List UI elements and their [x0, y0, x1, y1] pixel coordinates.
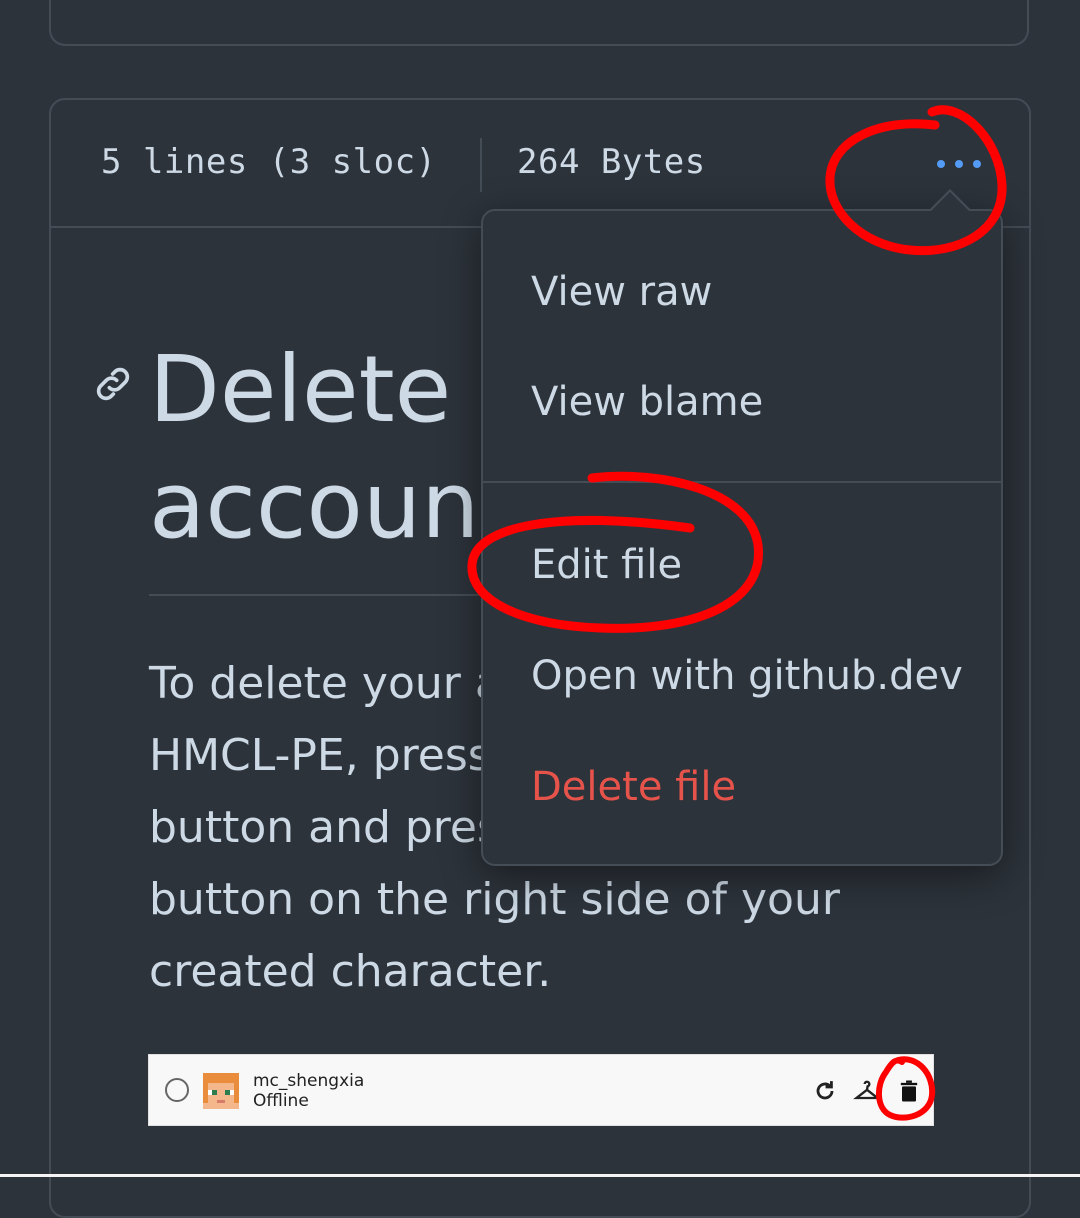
menu-item-open-github-dev[interactable]: Open with github.dev: [531, 653, 963, 699]
link-icon[interactable]: [91, 362, 135, 406]
menu-item-view-blame[interactable]: View blame: [531, 379, 763, 425]
menu-item-edit-file[interactable]: Edit file: [531, 542, 682, 588]
kebab-horizontal-icon[interactable]: [937, 144, 997, 184]
info-divider: [480, 138, 482, 192]
account-screenshot: mc_shengxia Offline: [148, 1054, 934, 1126]
trash-icon: [900, 1080, 918, 1102]
hanger-icon: [853, 1080, 881, 1100]
avatar: [203, 1073, 239, 1109]
page-heading: Delete account: [149, 336, 479, 559]
refresh-icon: [816, 1081, 834, 1100]
account-name: mc_shengxia: [253, 1071, 365, 1091]
menu-item-view-raw[interactable]: View raw: [531, 269, 712, 315]
account-status: Offline: [253, 1091, 309, 1111]
file-actions-menu: View raw View blame Edit file Open with …: [481, 209, 1003, 866]
previous-card: [49, 0, 1029, 46]
radio-icon: [165, 1078, 189, 1102]
file-size-info: 264 Bytes: [517, 142, 706, 182]
file-lines-info: 5 lines (3 sloc): [101, 142, 437, 182]
menu-item-delete-file[interactable]: Delete file: [531, 764, 736, 810]
menu-divider: [483, 481, 1001, 483]
